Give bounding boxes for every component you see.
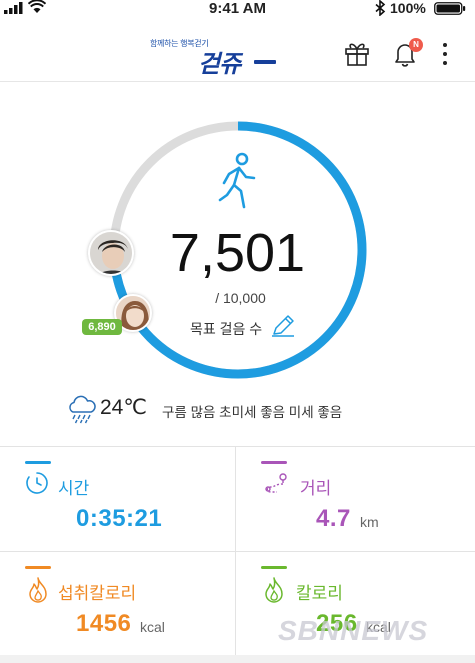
stat-value: 0:35:21 [76, 505, 163, 532]
friend-steps-badge: 6,890 [82, 319, 122, 335]
notification-badge: N [409, 38, 423, 52]
bottom-strip [0, 655, 475, 663]
walking-person-icon [218, 152, 256, 209]
route-icon [265, 473, 287, 493]
gift-icon[interactable] [342, 38, 372, 68]
cloud-rain-icon [69, 395, 96, 424]
stat-label: 거리 [300, 479, 332, 498]
goal-steps: / 10,000 [215, 290, 266, 306]
stat-intake-calories[interactable]: 섭취칼로리 1456 kcal [0, 552, 235, 656]
app-screen: 9:41 AM 100% 함께하는 행복걷기 걷쥬 N 7,501 / 10,0… [0, 0, 475, 663]
logo-text: 걷쥬 [198, 51, 241, 78]
friend-avatar-male[interactable] [88, 230, 134, 276]
stat-label: 섭취칼로리 [58, 584, 137, 603]
pencil-icon[interactable] [270, 314, 296, 338]
stat-accent-bar [25, 566, 51, 569]
stat-value: 4.7 [316, 505, 351, 532]
app-logo[interactable]: 함께하는 행복걷기 걷쥬 [148, 30, 280, 78]
stat-label: 시간 [58, 479, 90, 498]
more-icon[interactable] [440, 40, 450, 68]
stat-unit: km [360, 514, 379, 530]
temperature: 24℃ [100, 396, 147, 419]
weather-row: 24℃ 구름 많음 초미세 좋음 미세 좋음 [0, 392, 475, 432]
stat-accent-bar [25, 461, 51, 464]
flame-icon [29, 577, 47, 603]
flame-icon [265, 577, 283, 603]
stat-label: 칼로리 [296, 584, 343, 603]
watermark: SBNNEWS [278, 615, 429, 646]
stat-accent-bar [261, 566, 287, 569]
app-header: 함께하는 행복걷기 걷쥬 N [0, 18, 475, 82]
logo-underline [254, 60, 276, 64]
clock-icon [26, 472, 48, 494]
battery-percent: 100% [390, 0, 426, 16]
battery-icon [434, 2, 466, 15]
goal-label[interactable]: 목표 걸음 수 [190, 319, 262, 339]
stat-distance[interactable]: 거리 4.7 km [236, 447, 471, 551]
weather-description: 구름 많음 초미세 좋음 미세 좋음 [162, 405, 343, 420]
stat-time[interactable]: 시간 0:35:21 [0, 447, 235, 551]
stat-value: 1456 [76, 610, 132, 637]
step-count: 7,501 [169, 223, 306, 283]
stat-accent-bar [261, 461, 287, 464]
status-bar: 9:41 AM 100% [0, 0, 475, 18]
stat-unit: kcal [140, 619, 165, 635]
bluetooth-icon [375, 0, 386, 16]
